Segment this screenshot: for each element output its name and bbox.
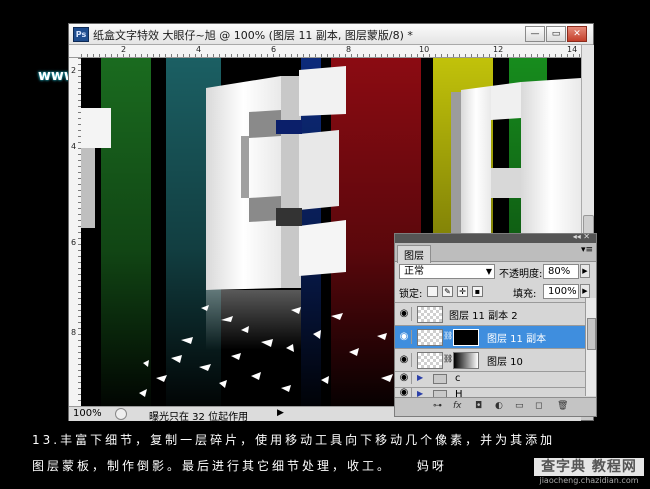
caption-line-2-text: 图层蒙板，制作倒影。最后进行其它细节处理，收工。 xyxy=(32,459,393,473)
visibility-eye-icon[interactable]: ◉ xyxy=(397,372,412,384)
lock-position-icon[interactable]: ✛ xyxy=(457,286,468,297)
trash-icon[interactable]: 🗑 xyxy=(557,401,568,411)
watermark-logo: 查字典 教程网 xyxy=(534,458,644,476)
ruler-label: 14 xyxy=(567,45,578,54)
opacity-stepper[interactable]: ▶ xyxy=(580,264,590,278)
layer-mask-thumbnail[interactable] xyxy=(453,352,479,369)
fill-field[interactable]: 100% xyxy=(543,284,579,299)
letter-partial-left xyxy=(81,108,111,148)
folder-icon xyxy=(433,374,447,384)
layer-thumbnail xyxy=(417,352,443,369)
lock-label: 锁定: xyxy=(399,289,423,300)
lock-pixels-icon[interactable]: ✎ xyxy=(442,286,453,297)
layers-panel: ◂◂ ✕ 图层 ▾≡ 正常 ▼ 不透明度: 80% ▶ 锁定: ✎ ✛ ▪ 填充… xyxy=(394,232,597,417)
document-title: 纸盒文字特效 大眼仔~旭 @ 100% (图层 11 副本, 图层蒙版/8) * xyxy=(93,29,413,42)
ruler-label: 12 xyxy=(493,45,504,54)
layers-scrollbar-thumb[interactable] xyxy=(587,318,596,350)
ruler-label: 8 xyxy=(346,45,352,54)
restore-button[interactable]: ▭ xyxy=(546,26,566,42)
layer-name: 图层 11 副本 xyxy=(487,334,547,345)
minimize-button[interactable]: — xyxy=(525,26,545,42)
layer-style-icon[interactable]: fx xyxy=(453,401,462,411)
visibility-eye-icon[interactable]: ◉ xyxy=(397,330,412,344)
lock-transparent-icon[interactable] xyxy=(427,286,438,297)
panel-header-strip[interactable]: ◂◂ ✕ xyxy=(395,232,596,243)
zoom-level[interactable]: 100% xyxy=(73,408,102,419)
new-layer-icon[interactable]: ◻ xyxy=(535,401,542,411)
link-layers-icon[interactable]: ⊶ xyxy=(433,401,442,411)
chevron-down-icon: ▼ xyxy=(485,267,492,276)
caption-line-1: 13.丰富下细节，复制一层碎片，使用移动工具向下移动几个像素，并为其添加 xyxy=(32,433,556,447)
ruler-label: 6 xyxy=(71,238,77,247)
visibility-eye-icon[interactable]: ◉ xyxy=(397,353,412,367)
status-menu-arrow-icon[interactable]: ▶ xyxy=(277,408,284,418)
fill-stepper[interactable]: ▶ xyxy=(580,284,590,298)
layer-thumbnail xyxy=(417,329,443,346)
adjustment-layer-icon[interactable]: ◐ xyxy=(495,401,503,411)
status-info: 曝光只在 32 位起作用 xyxy=(149,412,249,423)
ruler-label: 4 xyxy=(71,142,77,151)
opacity-label: 不透明度: xyxy=(499,269,543,280)
layer-name: 图层 11 副本 2 xyxy=(449,311,518,322)
link-chain-icon[interactable]: ⛓ xyxy=(443,331,453,340)
fill-label: 填充: xyxy=(513,289,537,300)
ruler-label: 2 xyxy=(121,45,127,54)
lock-all-icon[interactable]: ▪ xyxy=(472,286,483,297)
new-group-icon[interactable]: ▭ xyxy=(515,401,524,411)
layer-name: 图层 10 xyxy=(487,357,523,368)
layer-row-selected[interactable]: ◉ ⛓ 图层 11 副本 xyxy=(395,325,585,348)
horizontal-ruler[interactable]: 2 4 6 8 10 12 14 xyxy=(81,45,581,58)
panel-menu-icon[interactable]: ▾≡ xyxy=(581,245,593,255)
ruler-label: 4 xyxy=(196,45,202,54)
group-name: c xyxy=(455,373,461,384)
layers-scrollbar[interactable] xyxy=(585,298,596,396)
visibility-eye-icon[interactable]: ◉ xyxy=(397,307,412,321)
ruler-label: 6 xyxy=(271,45,277,54)
layer-row[interactable]: ◉ 图层 11 副本 2 xyxy=(395,302,585,325)
ruler-label: 2 xyxy=(71,66,77,75)
title-bar[interactable]: Ps 纸盒文字特效 大眼仔~旭 @ 100% (图层 11 副本, 图层蒙版/8… xyxy=(69,24,593,45)
blend-mode-select[interactable]: 正常 ▼ xyxy=(399,264,495,279)
collapse-panel-icon[interactable]: ◂◂ ✕ xyxy=(573,232,590,241)
layer-thumbnail xyxy=(417,306,443,323)
add-mask-icon[interactable]: ◘ xyxy=(475,401,482,411)
ruler-label: 10 xyxy=(419,45,430,54)
layer-row[interactable]: ◉ ⛓ 图层 10 xyxy=(395,348,585,371)
caption-line-2-tail: 妈呀 xyxy=(416,459,447,473)
layer-mask-thumbnail[interactable] xyxy=(453,329,479,346)
photoshop-icon: Ps xyxy=(73,27,89,42)
panel-tab-bar: 图层 ▾≡ xyxy=(395,243,596,263)
layers-panel-footer: ⊶ fx ◘ ◐ ▭ ◻ 🗑 xyxy=(395,397,596,416)
tab-layers[interactable]: 图层 xyxy=(397,245,431,263)
ruler-label: 8 xyxy=(71,328,77,337)
zoom-icon[interactable] xyxy=(115,408,127,420)
watermark-url: jiaocheng.chazidian.com xyxy=(539,476,639,485)
blend-mode-value: 正常 xyxy=(404,266,424,277)
layer-group-row[interactable]: ◉ ▶ c xyxy=(395,371,585,387)
opacity-field[interactable]: 80% xyxy=(543,264,579,279)
link-chain-icon[interactable]: ⛓ xyxy=(443,354,453,363)
close-button[interactable]: ✕ xyxy=(567,26,587,42)
expand-triangle-icon[interactable]: ▶ xyxy=(417,373,423,382)
letter-e xyxy=(206,76,301,290)
